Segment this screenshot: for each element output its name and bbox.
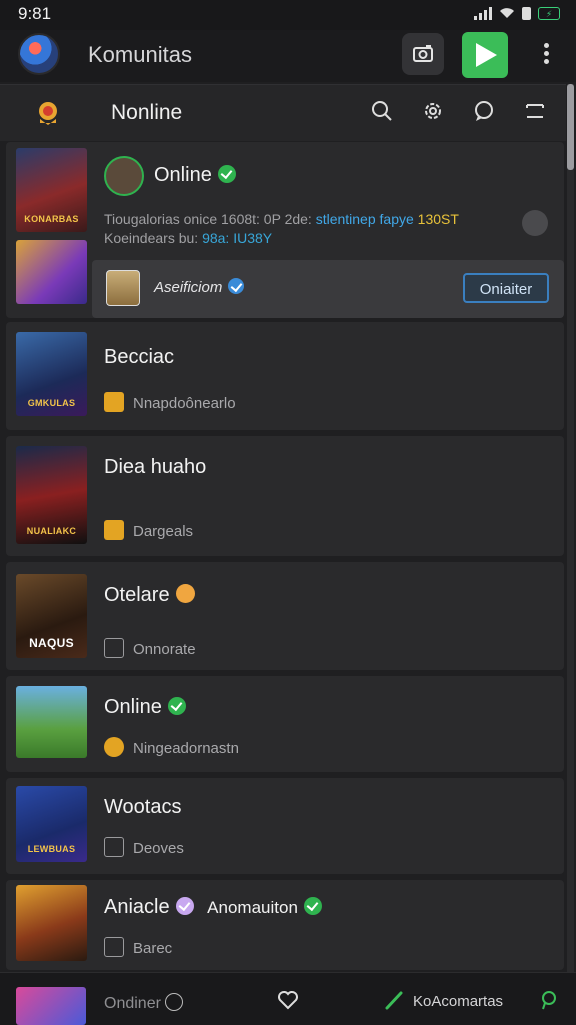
verified-purple-icon xyxy=(175,897,194,915)
game-thumbnail[interactable] xyxy=(16,686,87,758)
item-name: Aniacle Anomauiton xyxy=(104,896,322,919)
thumbnail-text: LEWBUAS xyxy=(27,844,76,854)
arrow-icon xyxy=(104,392,124,412)
nav-label-right[interactable]: KoAcomartas xyxy=(413,993,503,1010)
heart-icon[interactable] xyxy=(277,989,299,1011)
image-icon xyxy=(104,937,124,957)
nav-label-left[interactable]: Ondiner xyxy=(104,995,161,1013)
verified-blue-icon xyxy=(228,278,245,294)
item-name: Online xyxy=(104,696,186,719)
thumbnail-text: NUALIAKC xyxy=(26,526,77,536)
item-subtitle: Barec xyxy=(104,937,172,957)
status-icons: ⚡ xyxy=(474,6,560,20)
emoji-icon xyxy=(175,584,195,603)
bottom-nav: Ondiner KoAcomartas xyxy=(0,972,576,1025)
item-name: Becciac xyxy=(104,346,175,368)
pencil-icon[interactable] xyxy=(384,989,406,1011)
game-thumbnail[interactable]: KONARBAS xyxy=(16,148,87,232)
list-item[interactable]: Aniacle Anomauiton Barec xyxy=(6,880,564,970)
chat-icon[interactable] xyxy=(538,989,560,1011)
camera-icon xyxy=(413,45,433,62)
subheader-title: Nonline xyxy=(111,101,183,124)
verified-check-icon xyxy=(167,697,186,715)
game-thumbnail[interactable]: NAQUS xyxy=(16,574,87,658)
game-thumbnail[interactable] xyxy=(16,987,86,1025)
list-item[interactable]: LEWBUAS Wootacs Deoves xyxy=(6,778,564,874)
battery-icon: ⚡ xyxy=(538,6,560,20)
game-thumbnail[interactable]: GMKULAS xyxy=(16,332,87,416)
list-item[interactable]: NUALIAKC Diea huaho Dargeals xyxy=(6,436,564,556)
chat-bubble-icon[interactable] xyxy=(472,99,496,123)
app-header: Komunitas xyxy=(0,30,576,82)
item-subtitle: Nnapdoônearlo xyxy=(104,392,236,412)
more-options-button[interactable] xyxy=(536,40,556,70)
item-subtitle: Ningeadornastn xyxy=(104,737,239,757)
share-button[interactable] xyxy=(522,210,548,236)
note-icon xyxy=(104,638,124,658)
thumbnail-text: KONARBAS xyxy=(24,214,79,224)
user-avatar[interactable] xyxy=(104,156,144,196)
item-name: Otelare xyxy=(104,584,195,607)
scrollbar-thumb[interactable] xyxy=(567,84,574,170)
timer-icon xyxy=(104,837,124,857)
thumbnail-text: NAQUS xyxy=(29,636,74,650)
thumbnail-text: GMKULAS xyxy=(27,398,76,408)
verified-check-icon xyxy=(303,897,322,915)
item-subtitle: Onnorate xyxy=(104,638,196,658)
arrow-icon xyxy=(104,520,124,540)
chest-icon xyxy=(106,270,140,306)
subrow-label: Aseificiom xyxy=(154,278,245,296)
list-item[interactable]: Online Ningeadornastn xyxy=(6,676,564,772)
join-button[interactable]: Oniaiter xyxy=(463,273,549,303)
featured-subrow[interactable]: Aseificiom Oniaiter xyxy=(92,260,564,318)
game-thumbnail[interactable] xyxy=(16,240,87,304)
medal-icon[interactable] xyxy=(32,97,64,129)
search-icon[interactable] xyxy=(370,99,394,123)
inbox-icon[interactable] xyxy=(523,99,547,123)
featured-info: Tiougalorias onice 1608t: 0P 2de: stlent… xyxy=(104,211,459,246)
game-thumbnail[interactable] xyxy=(16,885,87,961)
scrollbar[interactable] xyxy=(567,84,574,974)
item-name: Wootacs xyxy=(104,796,182,818)
item-subtitle: Dargeals xyxy=(104,520,193,540)
coin-icon xyxy=(104,737,124,757)
list-item[interactable]: NAQUS Otelare Onnorate xyxy=(6,562,564,670)
status-time: 9:81 xyxy=(18,4,52,23)
game-thumbnail[interactable]: LEWBUAS xyxy=(16,786,87,862)
signal-icon xyxy=(474,6,492,20)
camera-button[interactable] xyxy=(402,33,444,75)
profile-avatar[interactable] xyxy=(18,33,60,75)
item-subtitle: Deoves xyxy=(104,837,184,857)
settings-gear-icon[interactable] xyxy=(421,99,445,123)
lock-icon xyxy=(522,6,531,20)
featured-card[interactable]: KONARBAS Online Tiougalorias onice 1608t… xyxy=(6,142,564,318)
verified-check-icon xyxy=(217,165,236,183)
circle-icon[interactable] xyxy=(165,993,183,1011)
game-thumbnail[interactable]: NUALIAKC xyxy=(16,446,87,544)
status-bar: 9:81 ⚡ xyxy=(0,0,576,30)
user-status: Online xyxy=(154,164,236,187)
wifi-icon xyxy=(500,8,514,18)
app-title: Komunitas xyxy=(88,42,192,67)
item-name: Diea huaho xyxy=(104,456,207,478)
list-item[interactable]: GMKULAS Becciac Nnapdoônearlo xyxy=(6,322,564,430)
play-button[interactable] xyxy=(462,32,508,78)
play-icon xyxy=(476,43,497,67)
subheader-tools xyxy=(370,99,547,123)
community-subheader: Nonline xyxy=(0,84,566,141)
